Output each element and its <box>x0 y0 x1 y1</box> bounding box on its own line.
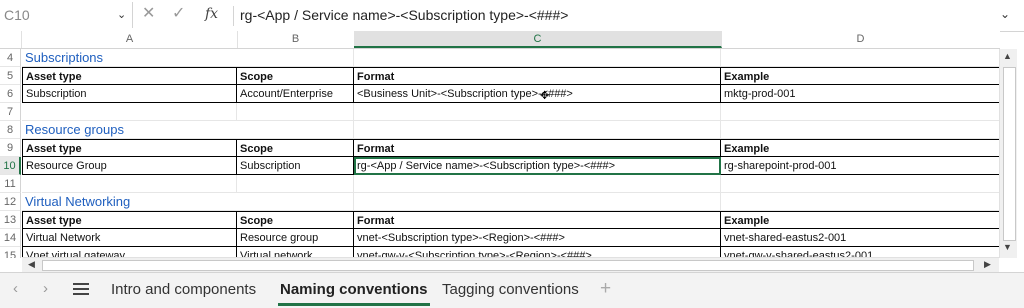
cell-b[interactable]: Subscription <box>237 157 354 175</box>
table-row: 4 Subscriptions <box>0 49 1000 67</box>
cell-d[interactable]: Example <box>721 67 1000 85</box>
scroll-down-icon[interactable]: ▼ <box>1003 242 1012 252</box>
column-header-a[interactable]: A <box>22 31 238 48</box>
cell-a[interactable]: Asset type <box>22 139 237 157</box>
cell-a[interactable]: Virtual Network <box>22 229 237 247</box>
name-box[interactable]: C10 ⌄ <box>0 2 133 28</box>
cell-c[interactable] <box>354 49 721 67</box>
horizontal-scrollbar[interactable]: ◀ ▶ <box>22 257 999 272</box>
checkmark-icon[interactable]: ✓ <box>172 3 185 23</box>
vertical-scroll-thumb[interactable] <box>1003 67 1016 241</box>
chevron-down-icon[interactable]: ⌄ <box>117 8 126 21</box>
cell-d[interactable]: Example <box>721 139 1000 157</box>
add-sheet-icon[interactable]: + <box>600 278 611 300</box>
table-row: 12 Virtual Networking <box>0 193 1000 211</box>
column-header-d[interactable]: D <box>721 31 1000 48</box>
cell-c[interactable]: Format <box>354 211 721 229</box>
table-row: 10 Resource Group Subscription rg-<App / Se… <box>0 157 1000 175</box>
tab-tagging-conventions[interactable]: Tagging conventions <box>442 281 579 298</box>
scroll-left-icon[interactable]: ◀ <box>28 259 35 270</box>
cell-d[interactable] <box>721 49 1000 67</box>
cell-d[interactable]: vnet-shared-eastus2-001 <box>721 229 1000 247</box>
expand-formula-bar-icon[interactable]: ⌄ <box>1000 7 1010 21</box>
row-header[interactable]: 9 <box>0 139 21 157</box>
formula-bar: C10 ⌄ ✕ ✓ fx rg-<App / Service name>-<Su… <box>0 0 1024 32</box>
row-header[interactable]: 13 <box>0 211 21 229</box>
cell-b[interactable] <box>237 175 354 193</box>
cell-b[interactable] <box>237 49 354 67</box>
cell-d[interactable]: Example <box>721 211 1000 229</box>
cell-a[interactable]: Subscription <box>22 85 237 103</box>
table-row: 6 Subscription Account/Enterprise <Business… <box>0 85 1000 103</box>
cell-b[interactable]: Scope <box>237 211 354 229</box>
cancel-icon[interactable]: ✕ <box>142 3 155 23</box>
cell-d[interactable] <box>721 103 1000 121</box>
cell-c[interactable]: vnet-<Subscription type>-<Region>-<###> <box>354 229 721 247</box>
cell-a[interactable] <box>22 103 237 121</box>
row-header[interactable]: 7 <box>0 103 21 121</box>
cell-b[interactable]: Account/Enterprise <box>237 85 354 103</box>
horizontal-scroll-thumb[interactable] <box>42 260 974 271</box>
row-header[interactable]: 10 <box>0 157 21 175</box>
cell-c[interactable] <box>354 121 721 139</box>
cell-b[interactable]: Resource group <box>237 229 354 247</box>
column-header-c[interactable]: C <box>354 31 722 48</box>
row-header[interactable]: 11 <box>0 175 21 193</box>
all-sheets-menu-icon[interactable] <box>73 281 89 295</box>
worksheet-grid: A B C D 4 Subscriptions 5 Asset type Scope Fo… <box>0 31 1000 258</box>
tab-naming-conventions[interactable]: Naming conventions <box>278 281 430 306</box>
cell-b[interactable] <box>237 103 354 121</box>
column-header-b[interactable]: B <box>237 31 355 48</box>
table-row: 7 <box>0 103 1000 121</box>
row-header[interactable]: 15 <box>0 247 21 258</box>
function-icon[interactable]: fx <box>205 6 218 22</box>
cell-c[interactable]: <Business Unit>-<Subscription type>-<###… <box>354 85 721 103</box>
cell-c[interactable] <box>354 193 721 211</box>
row-header[interactable]: 6 <box>0 85 21 103</box>
cell-b[interactable] <box>237 121 354 139</box>
cell-c[interactable] <box>354 175 721 193</box>
vertical-scrollbar[interactable]: ▲ ▼ <box>999 49 1017 258</box>
cell-a[interactable] <box>22 175 237 193</box>
row-header[interactable]: 14 <box>0 229 21 247</box>
table-row: 11 <box>0 175 1000 193</box>
next-sheet-icon[interactable]: › <box>43 280 48 297</box>
formula-input[interactable]: rg-<App / Service name>-<Subscription ty… <box>233 6 568 26</box>
table-row: 8 Resource groups <box>0 121 1000 139</box>
column-headers: A B C D <box>0 31 1000 49</box>
selected-cell[interactable]: rg-<App / Service name>-<Subscription ty… <box>354 157 721 175</box>
table-row: 13 Asset type Scope Format Example <box>0 211 1000 229</box>
scroll-up-icon[interactable]: ▲ <box>1003 51 1012 61</box>
table-row: 5 Asset type Scope Format Example <box>0 67 1000 85</box>
cell-a[interactable]: Resource Group <box>22 157 237 175</box>
cell-c[interactable]: Format <box>354 67 721 85</box>
cell-d[interactable]: mktg-prod-001 <box>721 85 1000 103</box>
tab-intro-and-components[interactable]: Intro and components <box>111 281 256 298</box>
sheet-tab-bar: ‹ › Intro and components Naming conventi… <box>0 272 1024 308</box>
select-all-corner[interactable] <box>0 31 22 48</box>
table-row: 9 Asset type Scope Format Example <box>0 139 1000 157</box>
table-row: 14 Virtual Network Resource group vnet-<Sub… <box>0 229 1000 247</box>
cell-d[interactable] <box>721 121 1000 139</box>
cell-b[interactable]: Scope <box>237 67 354 85</box>
cursor-icon: ✥ <box>540 90 550 102</box>
row-header[interactable]: 4 <box>0 49 21 67</box>
row-header[interactable]: 12 <box>0 193 21 211</box>
row-header[interactable]: 8 <box>0 121 21 139</box>
row-header[interactable]: 5 <box>0 67 21 85</box>
scroll-right-icon[interactable]: ▶ <box>984 259 991 270</box>
previous-sheet-icon[interactable]: ‹ <box>13 280 18 297</box>
name-box-value[interactable]: C10 <box>4 7 30 23</box>
cell-b[interactable]: Scope <box>237 139 354 157</box>
cell-a[interactable]: Asset type <box>22 67 237 85</box>
cell-c[interactable] <box>354 103 721 121</box>
cell-c[interactable]: Format <box>354 139 721 157</box>
cell-d[interactable]: rg-sharepoint-prod-001 <box>721 157 1000 175</box>
cell-d[interactable] <box>721 175 1000 193</box>
cell-b[interactable] <box>237 193 354 211</box>
cell-a[interactable]: Asset type <box>22 211 237 229</box>
cell-d[interactable] <box>721 193 1000 211</box>
